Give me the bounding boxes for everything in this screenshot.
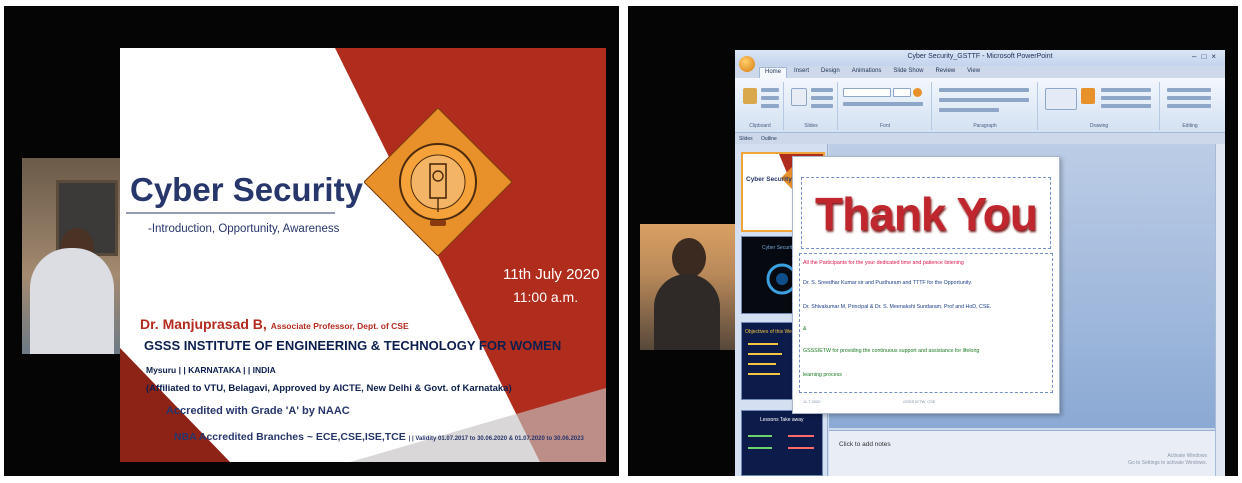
font-size-dropdown[interactable] <box>893 88 911 97</box>
acknowledgement-line: & <box>803 326 807 332</box>
replace-button[interactable] <box>1167 96 1211 100</box>
text-direction-buttons[interactable] <box>939 108 999 112</box>
paste-icon[interactable] <box>743 88 757 104</box>
acknowledgement-line: learning process <box>803 372 842 378</box>
acknowledgement-line: Dr. Shivakumar M, Principal & Dr. S. Mee… <box>803 304 992 310</box>
select-button[interactable] <box>1167 104 1211 108</box>
clipboard-group-label: Clipboard <box>749 123 771 129</box>
participant-webcam-video <box>640 224 739 350</box>
alignment-buttons[interactable] <box>939 98 1029 102</box>
slide-heading: Thank You <box>815 188 1038 240</box>
presenter-role: Associate Professor, Dept. of CSE <box>270 321 409 331</box>
participant-head <box>672 238 706 278</box>
acknowledgement-line: All the Participants for the your dedica… <box>803 260 964 266</box>
presenter-screen-share-2: Cyber Security_GSTTF - Microsoft PowerPo… <box>628 6 1238 476</box>
editing-group-label: Editing <box>1182 123 1198 129</box>
slide-subtitle: -Introduction, Opportunity, Awareness <box>148 223 340 235</box>
slides-group-label: Slides <box>804 123 818 129</box>
ribbon-tabs: Home Insert Design Animations Slide Show… <box>759 67 985 78</box>
college-emblem-logo <box>364 108 512 256</box>
slide-background-shapes <box>120 48 606 462</box>
institute-name: GSSS INSTITUTE OF ENGINEERING & TECHNOLO… <box>144 338 562 353</box>
shape-effects-button[interactable] <box>1101 104 1151 108</box>
thumbnail-title: Cyber Security <box>746 176 792 183</box>
maximize-icon[interactable]: □ <box>1201 52 1211 61</box>
acknowledgement-line: Dr. S. Sreedhar Kumar sir and Pusthuram … <box>803 280 973 286</box>
tab-insert[interactable]: Insert <box>789 67 814 78</box>
slide-title: Cyber Security <box>130 171 363 208</box>
tab-review[interactable]: Review <box>930 67 960 78</box>
shape-fill-button[interactable] <box>1101 88 1151 92</box>
heading-placeholder[interactable]: Thank You <box>801 177 1051 249</box>
thumbnail-title: Lessons Take away <box>760 417 804 423</box>
acknowledgement-line: GSSSIETW for providing the continuous su… <box>803 348 980 354</box>
nba-accreditation: NBA Accredited Branches ~ ECE,CSE,ISE,TC… <box>174 431 584 443</box>
cut-button[interactable] <box>761 88 779 92</box>
shape-outline-button[interactable] <box>1101 96 1151 100</box>
participant-body <box>654 274 720 350</box>
slide-thumbnail[interactable]: Lessons Take away <box>741 410 823 476</box>
tab-design[interactable]: Design <box>816 67 845 78</box>
font-group: Font <box>839 82 932 130</box>
tab-slides[interactable]: Slides <box>739 136 753 142</box>
vertical-scrollbar[interactable] <box>1215 144 1225 476</box>
tab-slide-show[interactable]: Slide Show <box>888 67 928 78</box>
content-placeholder[interactable]: All the Participants for the your dedica… <box>799 253 1053 393</box>
shapes-gallery[interactable] <box>1045 88 1077 110</box>
activate-windows-watermark: Activate Windows Go to Settings to activ… <box>1128 453 1207 466</box>
tab-animations[interactable]: Animations <box>847 67 887 78</box>
side-pane-tabs: Slides Outline <box>735 134 827 144</box>
editing-group: Editing <box>1161 82 1219 130</box>
slide-footer-date: 11.7.2020 <box>803 399 821 404</box>
window-titlebar[interactable]: Cyber Security_GSTTF - Microsoft PowerPo… <box>735 50 1225 66</box>
font-name-dropdown[interactable] <box>843 88 891 97</box>
office-button-icon[interactable] <box>739 56 755 72</box>
list-buttons[interactable] <box>939 88 1029 92</box>
event-date: 11th July 2020 <box>503 266 600 283</box>
font-group-label: Font <box>879 123 890 129</box>
nba-validity: | | Validity 01.07.2017 to 30.06.2020 & … <box>408 436 584 442</box>
copy-button[interactable] <box>761 96 779 100</box>
format-painter-button[interactable] <box>761 104 779 108</box>
slide-footer-text: GSSS IETW, CSE <box>903 399 936 404</box>
arrange-icon[interactable] <box>1081 88 1095 104</box>
tab-view[interactable]: View <box>962 67 985 78</box>
nba-branches: NBA Accredited Branches ~ ECE,CSE,ISE,TC… <box>174 431 406 443</box>
window-controls[interactable]: –□× <box>1192 52 1221 61</box>
notes-pane[interactable]: Click to add notes Activate Windows Go t… <box>829 430 1215 476</box>
ribbon-toolbar: Clipboard Slides Font Paragraph Drawing … <box>735 78 1225 133</box>
font-grow-icon[interactable] <box>913 88 922 97</box>
layout-button[interactable] <box>811 88 833 92</box>
current-slide[interactable]: Thank You All the Participants for the y… <box>792 156 1060 414</box>
drawing-group-label: Drawing <box>1089 123 1109 129</box>
delete-slide-button[interactable] <box>811 104 833 108</box>
presenter-line: Dr. Manjuprasad B, Associate Professor, … <box>140 316 409 332</box>
tab-home[interactable]: Home <box>759 67 788 78</box>
new-slide-icon[interactable] <box>791 88 807 106</box>
institute-affiliation: (Affiliated to VTU, Belagavi, Approved b… <box>146 383 512 394</box>
find-button[interactable] <box>1167 88 1211 92</box>
event-time: 11:00 a.m. <box>513 289 579 305</box>
presenter-screen-share: Cyber Security -Introduction, Opportunit… <box>4 6 619 476</box>
title-slide: Cyber Security -Introduction, Opportunit… <box>120 48 606 462</box>
paragraph-group-label: Paragraph <box>973 123 997 129</box>
presenter-name: Dr. Manjuprasad B, <box>140 316 267 332</box>
tab-outline[interactable]: Outline <box>761 136 777 142</box>
drawing-group: Drawing <box>1039 82 1160 130</box>
font-format-buttons[interactable] <box>843 102 923 106</box>
presenter-webcam-video <box>22 158 126 354</box>
naac-accreditation: Accredited with Grade 'A' by NAAC <box>166 405 350 417</box>
notes-placeholder[interactable]: Click to add notes <box>839 441 891 448</box>
clipboard-group: Clipboard <box>737 82 784 130</box>
institute-location: Mysuru | | KARNATAKA | | INDIA <box>146 365 276 375</box>
window-title: Cyber Security_GSTTF - Microsoft PowerPo… <box>907 53 1053 60</box>
presenter-body <box>30 248 114 354</box>
slides-group: Slides <box>785 82 838 130</box>
paragraph-group: Paragraph <box>933 82 1038 130</box>
reset-button[interactable] <box>811 96 833 100</box>
close-icon[interactable]: × <box>1211 52 1221 61</box>
